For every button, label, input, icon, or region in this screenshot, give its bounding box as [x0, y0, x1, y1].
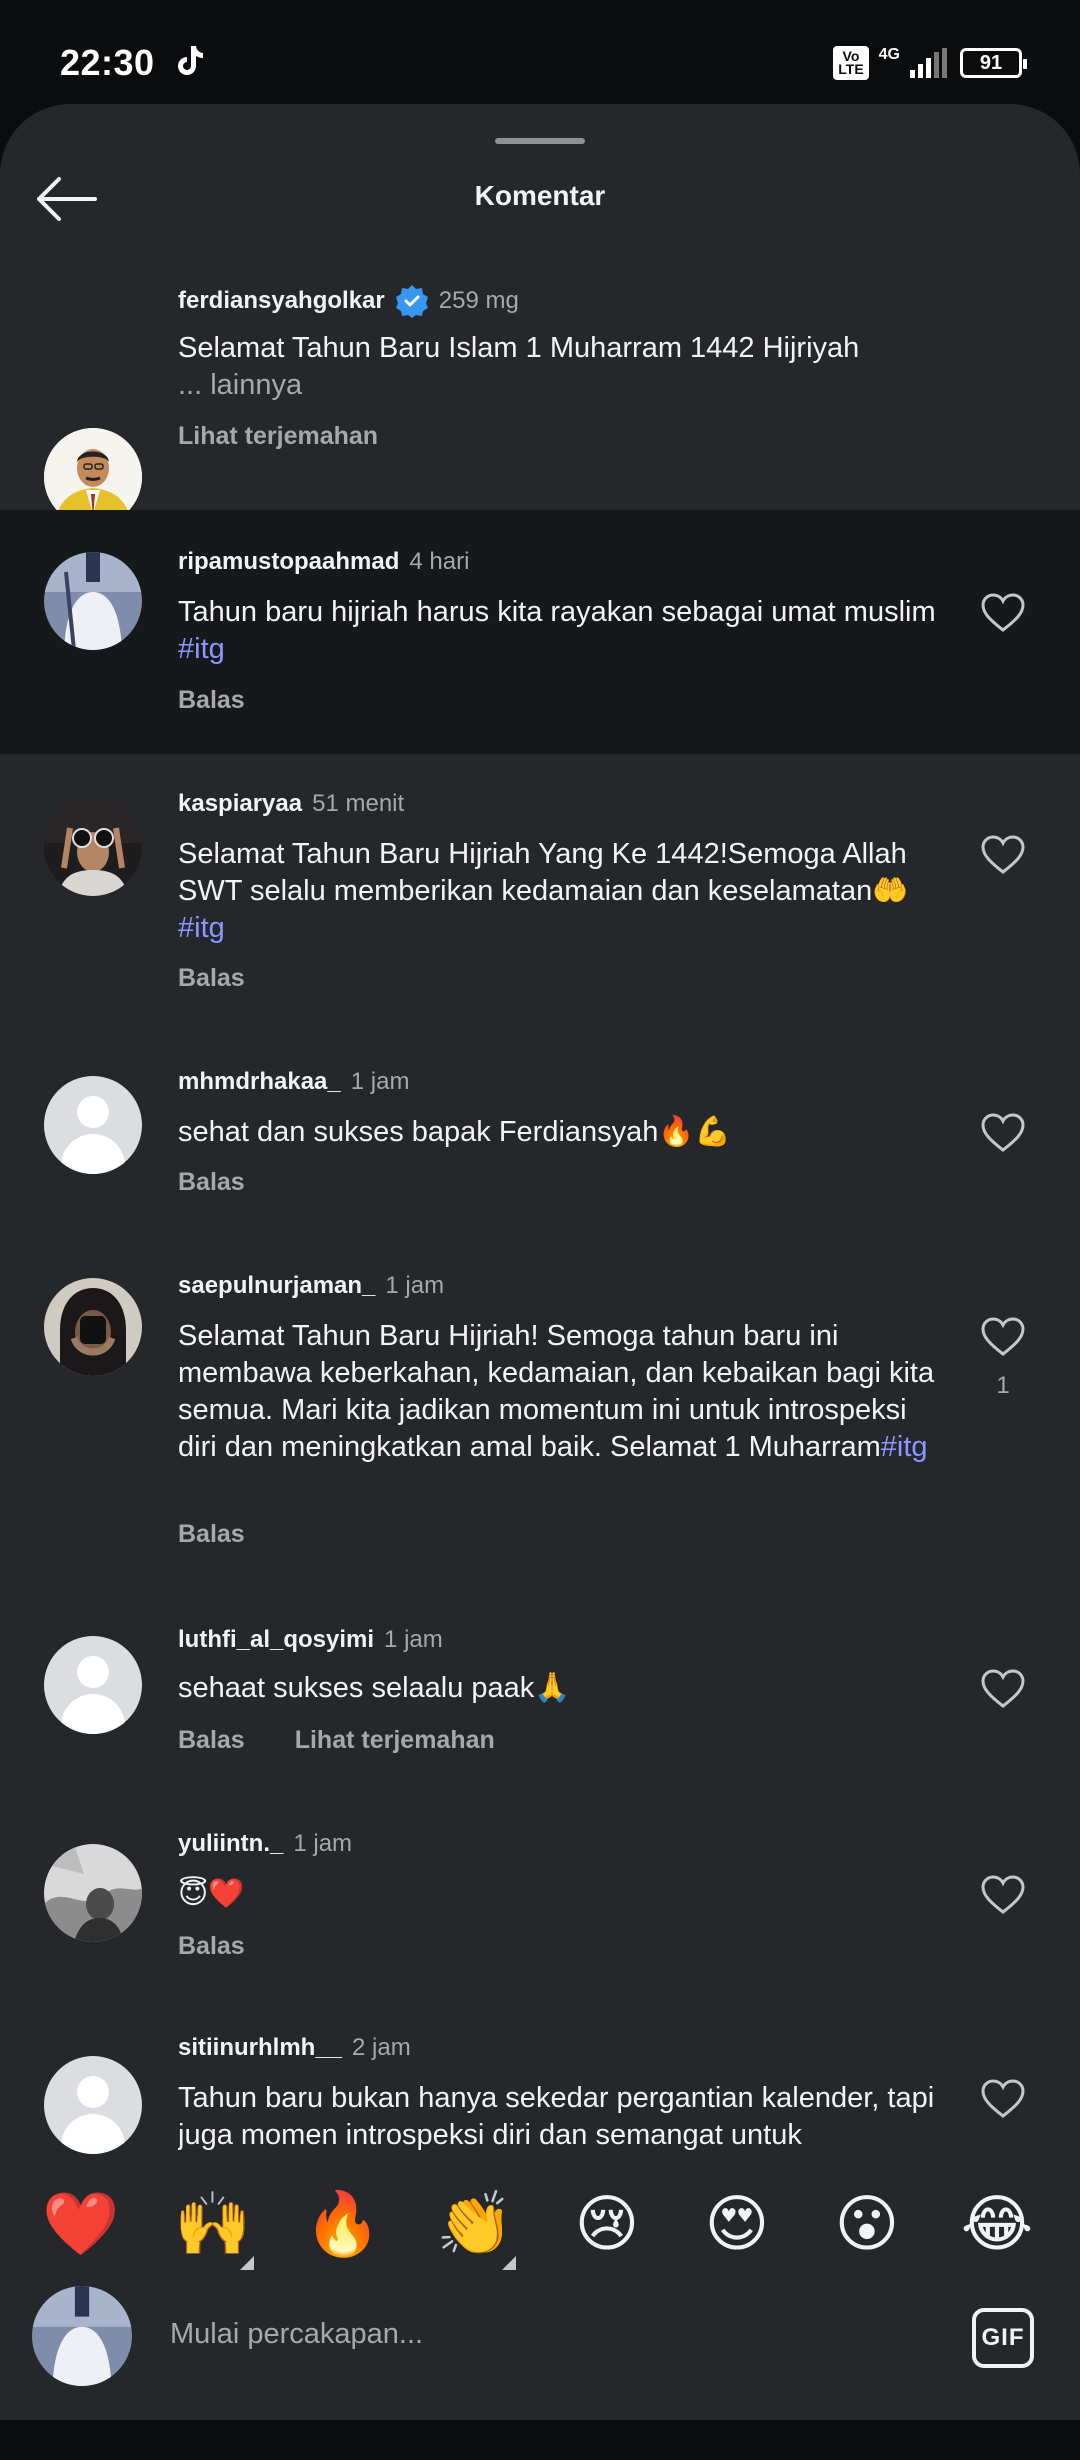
comment-text: sehaat sukses selaalu paak🙏	[178, 1670, 938, 1707]
volte-icon: Vo LTE	[833, 46, 869, 80]
emoji-raising-hands[interactable]: 🙌	[168, 2180, 258, 2270]
like-heart-icon[interactable]	[980, 592, 1026, 634]
comment-meta: saepulnurjaman_ 1 jam	[178, 1272, 444, 1300]
caption-meta: ferdiansyahgolkar 259 mg	[178, 284, 519, 318]
comment-meta: sitiinurhlmh__ 2 jam	[178, 2034, 411, 2062]
battery-icon: 91	[960, 48, 1027, 78]
emoji-crying[interactable]: 😢	[562, 2180, 652, 2270]
skin-tone-indicator	[502, 2256, 516, 2270]
username[interactable]: saepulnurjaman_	[178, 1272, 375, 1299]
emoji-heart[interactable]: ❤️	[36, 2180, 126, 2270]
default-avatar-icon[interactable]	[44, 2056, 142, 2154]
username[interactable]: luthfi_al_qosyimi	[178, 1626, 374, 1653]
timestamp: 259 mg	[438, 287, 519, 314]
comment-meta: yuliintn._ 1 jam	[178, 1830, 352, 1858]
comment-text: sehat dan sukses bapak Ferdiansyah🔥💪	[178, 1114, 938, 1151]
emoji-reaction-bar: ❤️ 🙌 🔥 👏 😢 😍 😮 😂	[0, 2180, 1080, 2290]
tiktok-notification-icon	[175, 44, 205, 83]
like-heart-icon[interactable]	[980, 1874, 1026, 1916]
timestamp: 4 hari	[409, 548, 470, 575]
network-type: 4G	[878, 46, 900, 63]
reply-button[interactable]: Balas	[178, 964, 245, 993]
like-heart-icon[interactable]	[980, 1316, 1026, 1358]
sheet-title: Komentar	[474, 180, 606, 211]
comment-body: Selamat Tahun Baru Hijriah Yang Ke 1442!…	[178, 838, 909, 907]
more-link[interactable]: ... lainnya	[178, 369, 302, 401]
username[interactable]: ferdiansyahgolkar	[178, 287, 385, 315]
translate-link[interactable]: Lihat terjemahan	[295, 1726, 495, 1754]
timestamp: 1 jam	[384, 1626, 443, 1653]
username[interactable]: kaspiaryaa	[178, 790, 302, 817]
emoji-glyph: 👏	[436, 2190, 514, 2259]
comments-sheet: Komentar ferdiansyahgolkar 259 mg Selama	[0, 104, 1080, 2420]
emoji-fire[interactable]: 🔥	[298, 2180, 388, 2270]
comment-text: 😇❤️	[178, 1876, 938, 1913]
hashtag-link[interactable]: #itg	[178, 633, 225, 665]
signal-icon	[910, 48, 947, 78]
comment-meta: luthfi_al_qosyimi 1 jam	[178, 1626, 443, 1654]
default-avatar-icon[interactable]	[44, 1636, 142, 1734]
like-heart-icon[interactable]	[980, 834, 1026, 876]
reply-button[interactable]: Balas	[178, 1520, 245, 1549]
emoji-laughing[interactable]: 😂	[952, 2180, 1042, 2270]
reply-button[interactable]: Balas	[178, 1932, 245, 1961]
avatar[interactable]	[44, 1278, 142, 1376]
timestamp: 1 jam	[385, 1272, 445, 1299]
comment-text: Tahun baru bukan hanya sekedar pergantia…	[178, 2080, 938, 2154]
default-avatar-icon[interactable]	[44, 1076, 142, 1174]
emoji-clapping[interactable]: 👏	[430, 2180, 520, 2270]
verified-badge-icon	[395, 285, 428, 318]
like-count: 1	[996, 1372, 1010, 1399]
comment-meta: kaspiaryaa 51 menit	[178, 790, 404, 818]
timestamp: 1 jam	[350, 1068, 410, 1095]
emoji-glyph: 🙌	[174, 2190, 252, 2259]
username[interactable]: sitiinurhlmh__	[178, 2034, 342, 2061]
comment-body: Tahun baru bukan hanya sekedar pergantia…	[178, 2082, 935, 2151]
hashtag-link[interactable]: #itg	[881, 1431, 928, 1463]
comment-text: Selamat Tahun Baru Hijriah Yang Ke 1442!…	[178, 836, 938, 947]
comment-meta: ripamustopaahmad 4 hari	[178, 548, 469, 576]
gif-button[interactable]: GIF	[972, 2308, 1034, 2368]
drag-handle[interactable]	[495, 138, 585, 144]
comment-body: 😇❤️	[178, 1878, 245, 1910]
hashtag-link[interactable]: #itg	[178, 912, 225, 944]
username[interactable]: ripamustopaahmad	[178, 548, 399, 575]
reply-button[interactable]: Balas	[178, 1168, 245, 1197]
reply-button[interactable]: Balas	[178, 1726, 245, 1754]
like-heart-icon[interactable]	[980, 2078, 1026, 2120]
comment-meta: mhmdrhakaa_ 1 jam	[178, 1068, 409, 1096]
reply-button[interactable]: Balas	[178, 686, 245, 715]
comment-text: Selamat Tahun Baru Hijriah! Semoga tahun…	[178, 1318, 938, 1466]
like-heart-icon[interactable]	[980, 1112, 1026, 1154]
system-navigation-bar	[0, 2420, 1080, 2460]
battery-level: 91	[979, 51, 1003, 74]
caption-body: Selamat Tahun Baru Islam 1 Muharram 1442…	[178, 332, 860, 364]
like-heart-icon[interactable]	[980, 1668, 1026, 1710]
username[interactable]: mhmdrhakaa_	[178, 1068, 341, 1095]
status-time: 22:30	[60, 42, 155, 83]
reply-actions: Balas Lihat terjemahan	[178, 1726, 495, 1755]
comment-text: Tahun baru hijriah harus kita rayakan se…	[178, 594, 938, 668]
avatar[interactable]	[44, 798, 142, 896]
skin-tone-indicator	[240, 2256, 254, 2270]
timestamp: 51 menit	[312, 790, 405, 817]
avatar[interactable]	[44, 552, 142, 650]
emoji-surprised[interactable]: 😮	[822, 2180, 912, 2270]
status-icons: Vo LTE 4G 91	[833, 46, 1027, 80]
comment-composer: Mulai percakapan... GIF	[0, 2280, 1080, 2410]
translate-link[interactable]: Lihat terjemahan	[178, 422, 378, 451]
emoji-heart-eyes[interactable]: 😍	[692, 2180, 782, 2270]
timestamp: 1 jam	[293, 1830, 353, 1857]
username[interactable]: yuliintn._	[178, 1830, 283, 1857]
timestamp: 2 jam	[352, 2034, 411, 2061]
comment-body: Selamat Tahun Baru Hijriah! Semoga tahun…	[178, 1320, 935, 1463]
status-bar: 22:30 Vo LTE 4G 91	[0, 0, 1080, 105]
comment-body: sehat dan sukses bapak Ferdiansyah🔥💪	[178, 1116, 731, 1148]
caption-text: Selamat Tahun Baru Islam 1 Muharram 1442…	[178, 330, 938, 404]
comment-input[interactable]: Mulai percakapan...	[170, 2318, 423, 2351]
avatar[interactable]	[44, 1844, 142, 1942]
comment-body: Tahun baru hijriah harus kita rayakan se…	[178, 596, 936, 628]
comment-body: sehaat sukses selaalu paak🙏	[178, 1672, 571, 1704]
current-user-avatar	[32, 2286, 132, 2386]
